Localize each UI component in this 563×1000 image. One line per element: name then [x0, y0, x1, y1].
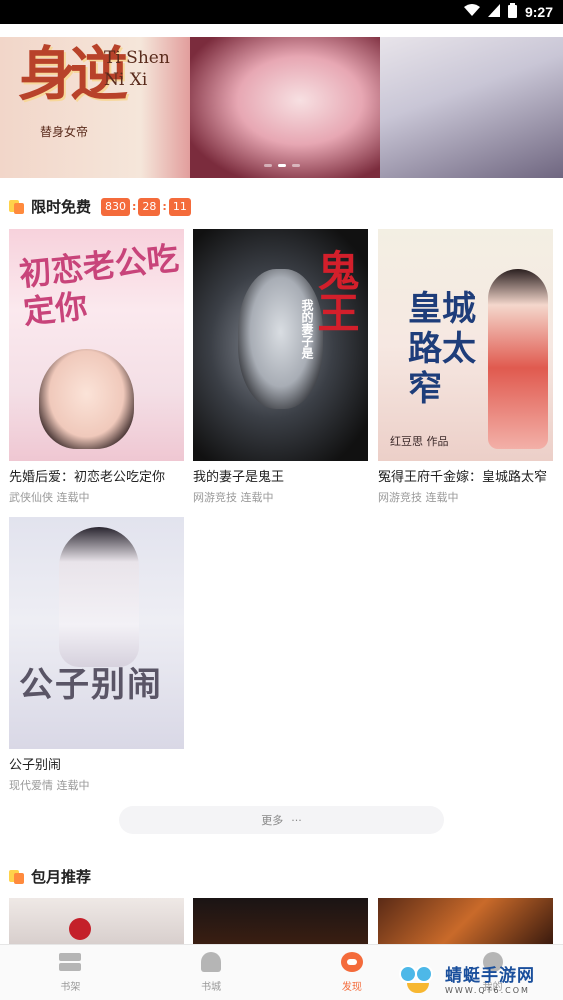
more-button[interactable]: 更多 ··· — [119, 806, 444, 834]
book-cover[interactable]: 鬼王 我的妻子是 — [193, 229, 368, 461]
battery-icon — [507, 2, 517, 22]
book-meta: 武侠仙侠 连载中 — [9, 491, 90, 504]
timer-minutes: 28 — [138, 197, 161, 216]
timer-hours: 830 — [101, 197, 131, 216]
logo-mouth — [407, 983, 429, 993]
status-bar: 9:27 — [0, 0, 563, 24]
tab-bookshelf[interactable]: 书架 — [0, 945, 141, 1000]
monthly-book-cover[interactable] — [193, 898, 368, 944]
cover-title: 公子别闹 — [19, 665, 163, 705]
logo-eye — [415, 965, 433, 983]
tab-label: 书城 — [201, 982, 222, 993]
pager-dot-active[interactable] — [277, 164, 286, 167]
book-meta: 网游竞技 连载中 — [193, 491, 274, 504]
status-time: 9:27 — [524, 4, 553, 20]
wifi-icon — [463, 3, 480, 21]
watermark-name: 蜻蜓手游网 — [445, 966, 535, 986]
monthly-book-cover[interactable] — [9, 898, 184, 944]
section-title: 包月推荐 — [31, 868, 92, 886]
book-card[interactable]: 公子别闹 公子别闹 现代爱情 连载中 — [9, 517, 184, 793]
section-icon — [9, 869, 25, 884]
book-card[interactable]: 鬼王 我的妻子是 我的妻子是鬼王 网游竞技 连载中 — [193, 229, 368, 505]
book-meta: 现代爱情 连载中 — [9, 779, 90, 792]
timer-separator: : — [162, 200, 167, 213]
book-cover[interactable]: 初恋老公吃定你 — [9, 229, 184, 461]
pager-dot[interactable] — [291, 164, 300, 167]
banner-title-en: Ti Shen Ni Xi — [104, 47, 170, 91]
dragonfly-logo-icon — [399, 961, 439, 995]
banner-title-en-line1: Ti Shen — [104, 48, 170, 68]
cover-title: 初恋老公吃定你 — [17, 239, 181, 332]
banner-title-en-line2: Ni Xi — [104, 70, 148, 90]
watermark-text: 蜻蜓手游网 WWW.QT6.COM — [445, 961, 535, 995]
cover-title: 皇城路太窄 — [408, 289, 476, 409]
book-card[interactable]: 初恋老公吃定你 先婚后爱：初恋老公吃定你 武侠仙侠 连载中 — [9, 229, 184, 505]
book-title: 冤得王府千金嫁：皇城路太窄 — [378, 470, 548, 485]
book-cover[interactable]: 皇城路太窄 红豆思 作品 — [378, 229, 553, 461]
watermark: 蜻蜓手游网 WWW.QT6.COM — [399, 958, 559, 998]
discover-icon — [340, 952, 363, 972]
timer-separator: : — [132, 200, 137, 213]
cover-title: 鬼王 — [311, 249, 360, 333]
more-dots-icon: ··· — [291, 813, 302, 827]
banner-artwork-right — [380, 37, 563, 178]
banner-artwork — [190, 37, 390, 178]
section-title: 限时免费 — [31, 198, 92, 216]
promo-banner[interactable]: 身逆 Ti Shen Ni Xi 替身女帝 — [0, 37, 563, 178]
monthly-book-cover[interactable] — [378, 898, 553, 944]
section-icon — [9, 199, 25, 214]
cover-author: 红豆思 作品 — [390, 435, 449, 448]
limited-free-header: 限时免费 830 : 28 : 11 — [9, 196, 191, 217]
more-label: 更多 — [261, 814, 284, 827]
cover-illustration — [39, 349, 134, 449]
book-meta: 网游竞技 连载中 — [378, 491, 459, 504]
book-cover[interactable]: 公子别闹 — [9, 517, 184, 749]
book-title: 公子别闹 — [9, 758, 62, 773]
tab-label: 书架 — [60, 982, 81, 993]
countdown-timer: 830 : 28 : 11 — [101, 197, 191, 216]
pager-dot[interactable] — [263, 164, 272, 167]
cover-subtitle: 我的妻子是 — [300, 299, 314, 359]
signal-icon — [487, 3, 500, 21]
tab-label: 发现 — [341, 982, 362, 993]
book-title: 先婚后爱：初恋老公吃定你 — [9, 470, 166, 485]
banner-pager — [0, 164, 563, 167]
tab-bookstore[interactable]: 书城 — [141, 945, 282, 1000]
monthly-header: 包月推荐 — [9, 866, 91, 887]
banner-subtitle: 替身女帝 — [40, 125, 89, 139]
book-title: 我的妻子是鬼王 — [193, 470, 285, 485]
timer-seconds: 11 — [168, 197, 191, 216]
watermark-url: WWW.QT6.COM — [445, 986, 530, 995]
bookshelf-icon — [59, 952, 82, 972]
bookstore-icon — [201, 952, 222, 972]
cover-illustration — [59, 527, 139, 667]
book-card[interactable]: 皇城路太窄 红豆思 作品 冤得王府千金嫁：皇城路太窄 网游竞技 连载中 — [378, 229, 553, 505]
